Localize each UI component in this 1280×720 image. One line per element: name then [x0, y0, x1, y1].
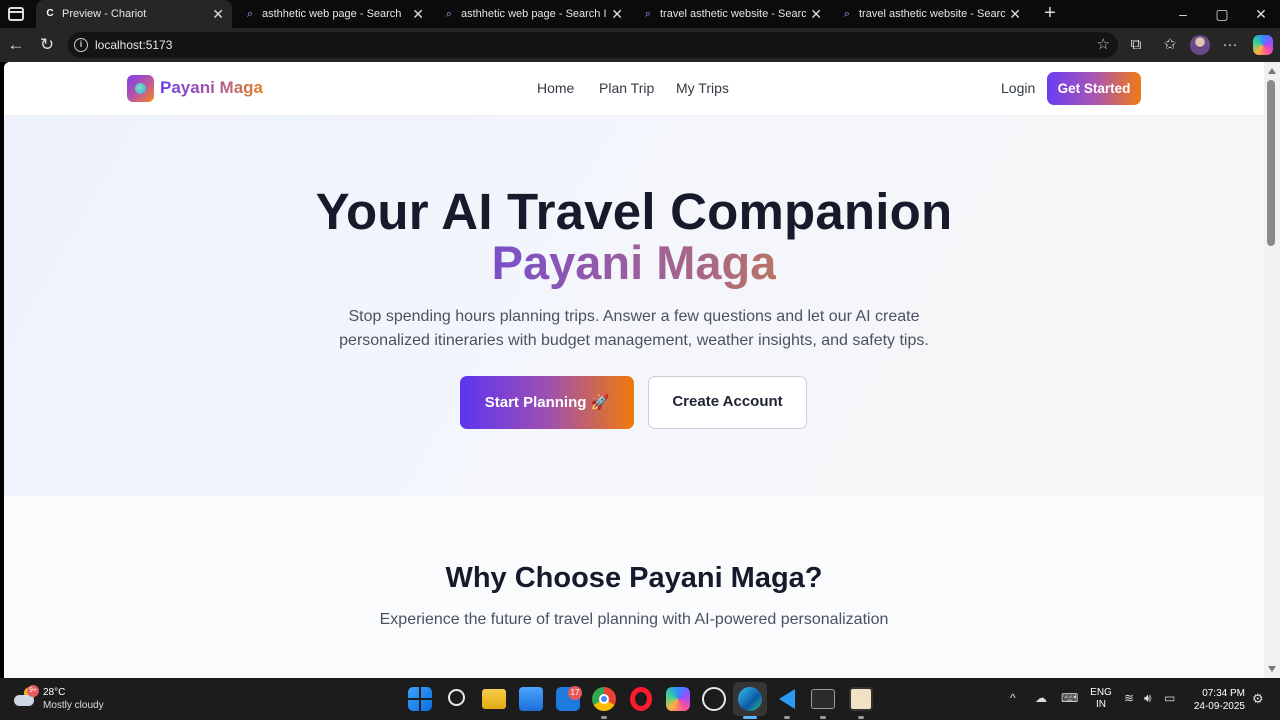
scroll-down-arrow-icon[interactable]	[1268, 666, 1276, 672]
browser-toolbar: ← ↻ i localhost:5173 ☆ ⧉ ✩ ···	[0, 28, 1280, 62]
edge-browser-icon[interactable]	[738, 687, 762, 711]
language-code: ENG	[1090, 687, 1112, 698]
notes-app-icon[interactable]	[849, 687, 873, 711]
close-tab-icon[interactable]: ✕	[212, 0, 224, 28]
start-planning-button[interactable]: Start Planning 🚀	[460, 376, 634, 429]
hero-subtitle: Stop spending hours planning trips. Answ…	[339, 308, 929, 349]
tab-title: Preview - Chariot	[62, 8, 147, 20]
windows-taskbar: 9+ 28°C Mostly cloudy ^ ☁ ⌨ ENG IN ≋ 🔊︎ …	[0, 678, 1280, 720]
show-hidden-icons-chevron-icon[interactable]: ^	[1010, 691, 1016, 705]
hero-brand-name: Payani Maga	[491, 236, 777, 289]
search-icon: ⌕	[644, 8, 652, 20]
weather-badge: 9+	[27, 685, 39, 697]
more-options-icon[interactable]: ···	[1219, 34, 1241, 56]
browser-tab-preview[interactable]: C Preview - Chariot ✕	[36, 0, 232, 28]
url-text[interactable]: localhost:5173	[95, 32, 172, 58]
page-viewport: Payani Maga Home Plan Trip My Trips Logi…	[4, 62, 1264, 678]
browser-tab-search-3[interactable]: ⌕ travel asthetic website - Search ✕	[634, 0, 830, 28]
tab-title: asthhetic web page - Search	[262, 8, 402, 20]
edge-active-indicator	[743, 716, 757, 719]
back-arrow-icon[interactable]: ←	[5, 34, 27, 56]
favorite-star-icon[interactable]: ☆	[1097, 32, 1110, 58]
minimize-window-icon[interactable]: –	[1168, 0, 1198, 28]
chariot-favicon-icon: C	[46, 8, 54, 19]
tab-title: travel asthetic website - Search Images	[859, 8, 1005, 20]
hero-title: Your AI Travel Companion	[315, 183, 953, 240]
extensions-icon[interactable]: ⧉	[1125, 34, 1147, 56]
search-icon: ⌕	[843, 8, 851, 20]
battery-icon[interactable]: ▭	[1164, 691, 1175, 705]
opera-icon[interactable]	[630, 687, 652, 711]
file-explorer-icon[interactable]	[482, 689, 506, 709]
browser-tab-search-2[interactable]: ⌕ asthhetic web page - Search Images ✕	[435, 0, 631, 28]
create-account-button[interactable]: Create Account	[648, 376, 807, 429]
volume-icon[interactable]: 🔊︎	[1144, 691, 1152, 706]
login-link[interactable]: Login	[1001, 80, 1035, 96]
terminal-icon[interactable]	[811, 689, 835, 709]
chrome-running-indicator	[601, 716, 607, 719]
tab-title: asthhetic web page - Search Images	[461, 8, 607, 20]
new-tab-icon[interactable]: +	[1040, 0, 1060, 28]
language-indicator[interactable]: ENG IN	[1090, 687, 1112, 711]
browser-tab-strip: C Preview - Chariot ✕ ⌕ asthhetic web pa…	[0, 0, 1280, 28]
get-started-button[interactable]: Get Started	[1047, 72, 1141, 105]
tab-title: travel asthetic website - Search	[660, 8, 806, 20]
scrollbar-thumb[interactable]	[1267, 80, 1275, 246]
close-tab-icon[interactable]: ✕	[611, 0, 623, 28]
address-bar[interactable]: i localhost:5173 ☆	[68, 32, 1118, 58]
weather-temperature[interactable]: 28°C	[43, 687, 65, 698]
wifi-icon[interactable]: ≋	[1124, 691, 1134, 705]
scroll-up-arrow-icon[interactable]	[1268, 68, 1276, 74]
region-code: IN	[1096, 699, 1106, 710]
notification-bell-icon[interactable]: ⚙	[1252, 691, 1264, 707]
chatgpt-icon[interactable]	[702, 687, 726, 711]
brand-logo-text[interactable]: Payani Maga	[160, 78, 263, 98]
close-tab-icon[interactable]: ✕	[1009, 0, 1021, 28]
site-info-icon[interactable]: i	[74, 38, 88, 52]
copilot-icon[interactable]	[1253, 35, 1273, 55]
vscode-icon[interactable]	[775, 687, 799, 711]
features-title: Why Choose Payani Maga?	[445, 562, 823, 594]
profile-avatar[interactable]	[1190, 35, 1210, 55]
features-subtitle: Experience the future of travel planning…	[379, 611, 889, 628]
browser-tab-search-4[interactable]: ⌕ travel asthetic website - Search Image…	[833, 0, 1029, 28]
nav-plan-trip-link[interactable]: Plan Trip	[599, 80, 654, 96]
browser-tab-search-1[interactable]: ⌕ asthhetic web page - Search ✕	[236, 0, 432, 28]
nav-home-link[interactable]: Home	[537, 80, 574, 96]
favorites-icon[interactable]: ✩	[1159, 34, 1181, 56]
refresh-icon[interactable]: ↻	[36, 34, 58, 56]
windows-start-icon[interactable]	[408, 687, 432, 711]
close-tab-icon[interactable]: ✕	[810, 0, 822, 28]
hero-title-accent: Payani Maga	[4, 235, 1264, 290]
tab-actions-menu-icon[interactable]	[8, 7, 24, 21]
microsoft-store-icon[interactable]	[519, 687, 543, 711]
hero-section: Your AI Travel Companion Payani Maga Sto…	[4, 116, 1264, 496]
search-icon: ⌕	[445, 8, 453, 20]
close-window-icon[interactable]: ✕	[1246, 0, 1276, 28]
onedrive-cloud-icon[interactable]: ☁	[1035, 691, 1047, 705]
keyboard-icon[interactable]: ⌨	[1061, 691, 1078, 705]
close-tab-icon[interactable]: ✕	[412, 0, 424, 28]
search-icon: ⌕	[246, 8, 254, 20]
taskbar-search-icon[interactable]	[448, 689, 465, 706]
maximize-window-icon[interactable]: ▢	[1207, 0, 1237, 28]
mail-notification-badge: 17	[568, 686, 582, 700]
weather-condition[interactable]: Mostly cloudy	[43, 700, 104, 711]
terminal-running-indicator	[820, 716, 826, 719]
clock-time: 07:34 PM	[1202, 688, 1245, 699]
vscode-running-indicator	[784, 716, 790, 719]
chrome-icon[interactable]	[592, 687, 616, 711]
notes-running-indicator	[858, 716, 864, 719]
site-header: Payani Maga Home Plan Trip My Trips Logi…	[4, 62, 1264, 116]
copilot-app-icon[interactable]	[666, 687, 690, 711]
logo-icon[interactable]	[127, 75, 154, 102]
nav-my-trips-link[interactable]: My Trips	[676, 80, 729, 96]
page-scrollbar[interactable]	[1264, 62, 1280, 678]
clock-date: 24-09-2025	[1193, 701, 1245, 712]
system-clock[interactable]: 07:34 PM 24-09-2025	[1187, 687, 1245, 713]
